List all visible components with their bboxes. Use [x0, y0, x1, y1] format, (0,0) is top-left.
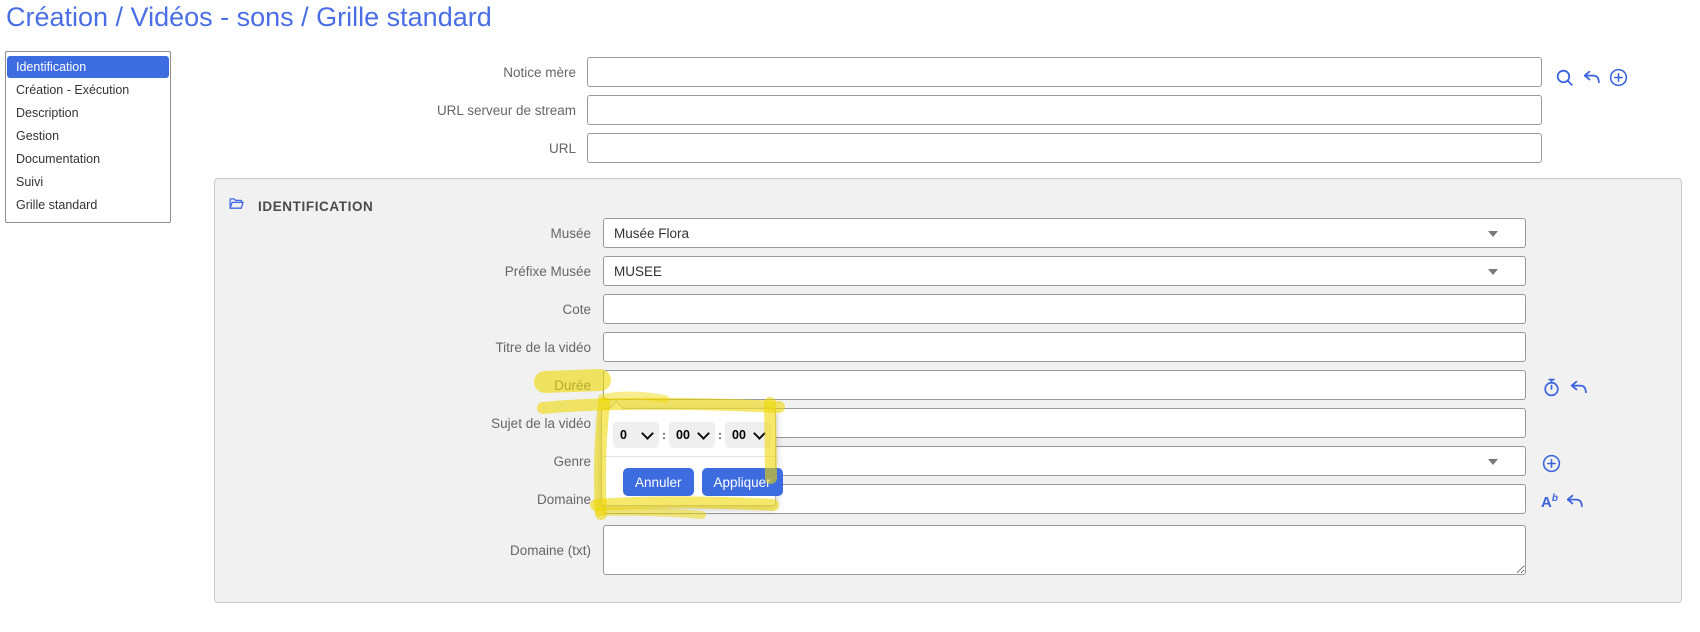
field-control [587, 57, 1542, 87]
field-label: Genre [215, 446, 591, 476]
minutes-value: 00 [676, 428, 690, 442]
duration-picker-popup: 0 : 00 : 00 Annuler Appliquer [601, 408, 776, 506]
popup-buttons: Annuler Appliquer [602, 457, 775, 505]
form-row-domaine-txt: Domaine (txt) [215, 525, 1681, 575]
apply-button[interactable]: Appliquer [702, 468, 783, 496]
form-row-url: URL [0, 133, 1700, 163]
form-row-genre: Genre [215, 446, 1681, 476]
page-title: Création / Vidéos - sons / Grille standa… [6, 2, 492, 33]
field-label: Domaine [215, 484, 591, 514]
field-action-icons [1541, 452, 1562, 474]
field-action-icons [1554, 66, 1629, 88]
cancel-button[interactable]: Annuler [623, 468, 694, 496]
minutes-select[interactable]: 00 [669, 422, 715, 448]
chevron-down-icon [697, 427, 710, 440]
form-row-domaine: Domaine Ab [215, 484, 1681, 514]
field-control: Musée Flora [603, 218, 1526, 248]
seconds-value: 00 [732, 428, 746, 442]
undo-icon[interactable] [1581, 67, 1602, 88]
thesaurus-icon[interactable]: Ab [1541, 489, 1558, 513]
duree-input[interactable] [603, 370, 1526, 400]
field-control [603, 294, 1526, 324]
caret-down-icon [1488, 459, 1498, 465]
form-row-url-serveur-de-stream: URL serveur de stream [0, 95, 1700, 125]
sidebar-item-description[interactable]: Description [7, 102, 169, 124]
time-separator: : [718, 428, 722, 442]
field-label: Titre de la vidéo [215, 332, 591, 362]
time-separator: : [662, 428, 666, 442]
sidebar-item-identification[interactable]: Identification [7, 56, 169, 78]
sidebar-item-documentation[interactable]: Documentation [7, 148, 169, 170]
duration-selectors: 0 : 00 : 00 [602, 409, 775, 448]
musee-select[interactable]: Musée Flora [603, 218, 1526, 248]
stopwatch-icon[interactable] [1541, 377, 1562, 398]
url-input[interactable] [587, 133, 1542, 163]
add-circle-icon[interactable] [1608, 67, 1629, 88]
form-row-notice-mere: Notice mère [0, 57, 1700, 87]
field-action-icons: Ab [1541, 490, 1585, 512]
form-row-titre-de-la-video: Titre de la vidéo [215, 332, 1681, 362]
form-row-duree: Durée [215, 370, 1681, 400]
identification-panel: IDENTIFICATION Musée Musée Flora Préfixe M… [214, 178, 1682, 603]
hours-value: 0 [620, 428, 627, 442]
folder-open-icon [228, 195, 245, 217]
titre-de-la-video-input[interactable] [603, 332, 1526, 362]
caret-down-icon [1488, 231, 1498, 237]
field-label: Musée [215, 218, 591, 248]
field-control [603, 525, 1526, 575]
field-label: Cote [215, 294, 591, 324]
selected-value: Musée Flora [614, 226, 689, 241]
sidebar-item-gestion[interactable]: Gestion [7, 125, 169, 147]
form-row-musee: Musée Musée Flora [215, 218, 1681, 248]
undo-icon[interactable] [1564, 491, 1585, 512]
field-control: MUSEE [603, 256, 1526, 286]
sidebar-item-suivi[interactable]: Suivi [7, 171, 169, 193]
search-icon[interactable] [1554, 67, 1575, 88]
field-control [587, 95, 1542, 125]
field-control [603, 370, 1526, 400]
sidebar-item-creation-execution[interactable]: Création - Exécution [7, 79, 169, 101]
form-row-sujet-de-la-video: Sujet de la vidéo [215, 408, 1681, 438]
section-header: IDENTIFICATION [228, 195, 373, 217]
caret-down-icon [1488, 269, 1498, 275]
cote-input[interactable] [603, 294, 1526, 324]
prefixe-musee-select[interactable]: MUSEE [603, 256, 1526, 286]
form-row-cote: Cote [215, 294, 1681, 324]
field-label: Domaine (txt) [215, 525, 591, 575]
sidebar-item-grille-standard[interactable]: Grille standard [7, 194, 169, 216]
field-control [603, 332, 1526, 362]
seconds-select[interactable]: 00 [725, 422, 771, 448]
field-label: Sujet de la vidéo [215, 408, 591, 438]
add-circle-icon[interactable] [1541, 453, 1562, 474]
hours-select[interactable]: 0 [613, 422, 659, 448]
domaine-txt-textarea[interactable] [603, 525, 1526, 575]
url-serveur-de-stream-input[interactable] [587, 95, 1542, 125]
selected-value: MUSEE [614, 264, 662, 279]
chevron-down-icon [753, 427, 766, 440]
chevron-down-icon [641, 427, 654, 440]
field-label: Préfixe Musée [215, 256, 591, 286]
field-action-icons [1541, 376, 1589, 398]
field-control [587, 133, 1542, 163]
sidebar: IdentificationCréation - ExécutionDescri… [5, 51, 171, 223]
section-title: IDENTIFICATION [258, 199, 373, 214]
field-label: Durée [215, 370, 591, 400]
undo-icon[interactable] [1568, 377, 1589, 398]
notice-mere-input[interactable] [587, 57, 1542, 87]
form-row-prefixe-musee: Préfixe Musée MUSEE [215, 256, 1681, 286]
